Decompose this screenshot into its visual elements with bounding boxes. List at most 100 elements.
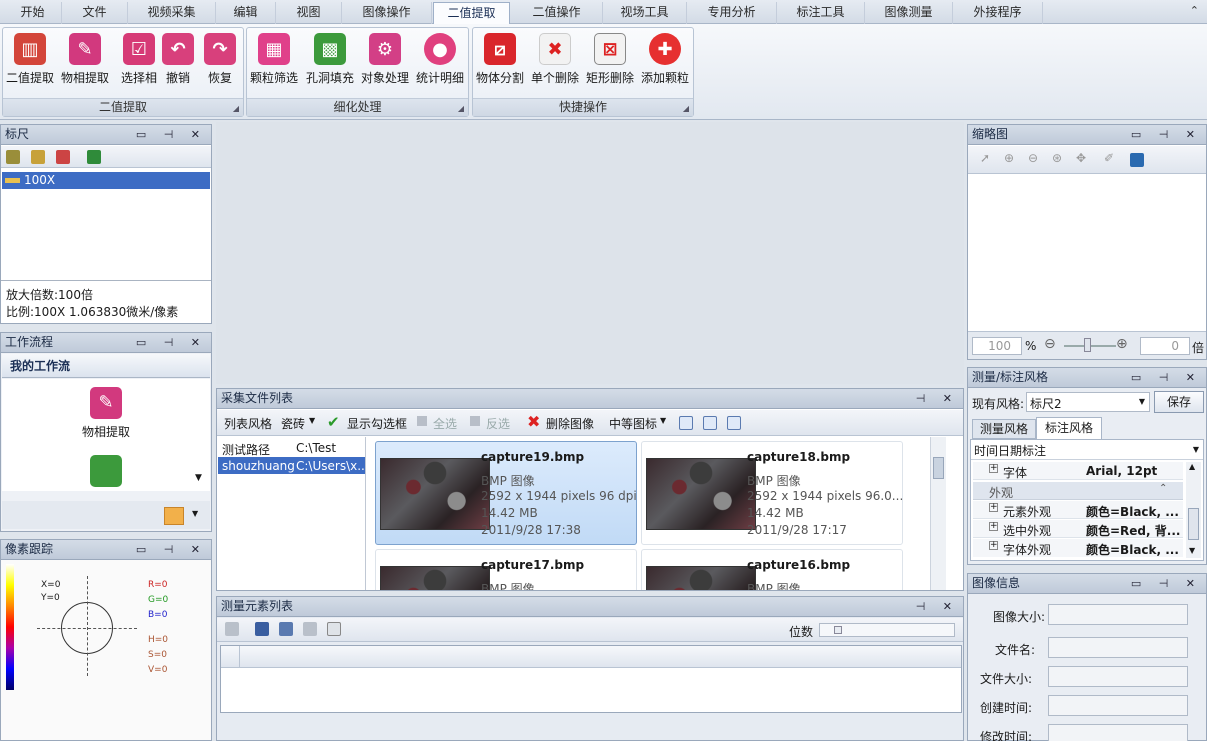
single-delete-button[interactable]: ✖ 单个删除: [528, 31, 582, 91]
hole-fill-icon[interactable]: [90, 455, 122, 487]
panel-controls[interactable]: ▭ ⊣ ✕: [136, 540, 207, 560]
save-icon[interactable]: [327, 622, 341, 636]
zoom-input[interactable]: 100: [972, 337, 1022, 355]
stats-detail-button[interactable]: ● 统计明细: [413, 31, 467, 91]
zoom-out-icon[interactable]: ⊖: [1044, 336, 1056, 352]
property-row[interactable]: + 字体 Arial, 12pt: [973, 462, 1183, 480]
scrollbar-thumb[interactable]: [1188, 508, 1199, 540]
invert-selection-button[interactable]: 反选: [486, 415, 510, 432]
panel-controls[interactable]: ▭ ⊣ ✕: [1131, 574, 1202, 594]
dropdown-arrow-icon[interactable]: ▼: [309, 416, 315, 425]
tile-dropdown[interactable]: 瓷砖: [281, 415, 305, 432]
tab-start[interactable]: 开始: [4, 2, 62, 24]
tab-annotation-style[interactable]: 标注风格: [1036, 417, 1102, 439]
file-tile-selected[interactable]: capture19.bmp BMP 图像 2592 x 1944 pixels …: [375, 441, 637, 545]
copy-icon[interactable]: [279, 622, 293, 636]
binary-extract-button[interactable]: ▥ 二值提取: [3, 31, 57, 91]
panel-controls[interactable]: ⊣ ✕: [916, 597, 959, 617]
tab-special-analysis[interactable]: 专用分析: [687, 2, 777, 24]
times-input[interactable]: 0: [1140, 337, 1190, 355]
object-process-button[interactable]: ⚙ 对象处理: [358, 31, 412, 91]
show-checkbox-button[interactable]: 显示勾选框: [347, 415, 407, 432]
dropdown-arrow-icon[interactable]: ▼: [660, 416, 666, 425]
zoom-fit-icon[interactable]: ⊛: [1052, 151, 1062, 165]
property-row[interactable]: + 字体外观 颜色=Black, ...: [973, 539, 1183, 557]
tab-measure-style[interactable]: 测量风格: [972, 419, 1036, 439]
list-style-button[interactable]: 列表风格: [224, 415, 272, 432]
expand-icon[interactable]: +: [989, 522, 998, 531]
tab-image-operation[interactable]: 图像操作: [342, 2, 432, 24]
clear-icon[interactable]: [225, 622, 239, 636]
tab-image-measure[interactable]: 图像测量: [865, 2, 953, 24]
tab-edit[interactable]: 编辑: [216, 2, 276, 24]
file-tile[interactable]: capture18.bmp BMP 图像 2592 x 1944 pixels …: [641, 441, 903, 545]
scroll-down-icon[interactable]: ▼: [195, 473, 202, 483]
ruler-edit-icon[interactable]: [31, 150, 45, 164]
ruler-new-icon[interactable]: [6, 150, 20, 164]
dialog-launcher-icon[interactable]: ◢: [458, 104, 464, 113]
scroll-up-icon[interactable]: ▲: [1189, 462, 1195, 471]
tab-view[interactable]: 视图: [276, 2, 342, 24]
pointer-icon[interactable]: ➚: [980, 151, 990, 165]
add-particle-button[interactable]: ✚ 添加颗粒: [638, 31, 692, 91]
select-all-button[interactable]: 全选: [433, 415, 457, 432]
phase-extract-button[interactable]: ✎ 物相提取: [58, 31, 112, 91]
save-style-button[interactable]: 保存: [1154, 391, 1204, 413]
tab-binary-extract[interactable]: 二值提取: [433, 2, 510, 24]
ruler-item[interactable]: 100X: [2, 172, 210, 189]
dialog-launcher-icon[interactable]: ◢: [233, 104, 239, 113]
tab-field-tools[interactable]: 视场工具: [603, 2, 687, 24]
tab-video-capture[interactable]: 视频采集: [128, 2, 216, 24]
tab-file[interactable]: 文件: [62, 2, 128, 24]
details-view-icon[interactable]: [703, 416, 717, 430]
path-row[interactable]: 测试路径 C:\Test: [218, 439, 365, 457]
property-scrollbar[interactable]: ▲ ▼: [1186, 462, 1201, 558]
zoom-out-icon[interactable]: ⊖: [1028, 151, 1038, 165]
rect-delete-button[interactable]: ⊠ 矩形删除: [583, 31, 637, 91]
annotation-type-select[interactable]: 时间日期标注 ▼: [971, 440, 1203, 460]
phase-extract-icon[interactable]: ✎: [90, 387, 122, 419]
monitor-icon[interactable]: [1130, 153, 1144, 167]
zoom-slider-thumb[interactable]: [1084, 338, 1091, 352]
slider-thumb[interactable]: [834, 626, 842, 634]
dialog-launcher-icon[interactable]: ◢: [683, 104, 689, 113]
scroll-down-icon[interactable]: ▼: [1189, 546, 1195, 555]
pan-icon[interactable]: ✥: [1076, 151, 1086, 165]
list-view-icon[interactable]: [727, 416, 741, 430]
panel-controls[interactable]: ▭ ⊣ ✕: [136, 125, 207, 145]
panel-controls[interactable]: ▭ ⊣ ✕: [1131, 368, 1202, 388]
digits-slider[interactable]: [819, 623, 955, 637]
tab-annotation-tools[interactable]: 标注工具: [777, 2, 865, 24]
image-workspace[interactable]: [216, 122, 964, 384]
ruler-delete-icon[interactable]: [56, 150, 70, 164]
workflow-view-icon[interactable]: [164, 507, 184, 525]
panel-controls[interactable]: ⊣ ✕: [916, 389, 959, 409]
tab-binary-operation[interactable]: 二值操作: [511, 2, 603, 24]
path-row-selected[interactable]: shouzhuang C:\Users\x...: [218, 457, 369, 474]
redo-button[interactable]: ↷ 恢复: [193, 31, 247, 91]
export-icon[interactable]: [255, 622, 269, 636]
pick-icon[interactable]: ✐: [1104, 151, 1114, 165]
collapse-icon[interactable]: ⌃: [1159, 483, 1167, 494]
tab-plugins[interactable]: 外接程序: [953, 2, 1043, 24]
expand-icon[interactable]: +: [989, 541, 998, 550]
particle-filter-button[interactable]: ▦ 颗粒筛选: [247, 31, 301, 91]
category-row[interactable]: 外观 ⌃: [973, 482, 1183, 500]
medium-icons-dropdown[interactable]: 中等图标: [609, 415, 657, 432]
file-tile[interactable]: capture17.bmp BMP 图像: [375, 549, 637, 590]
scrollbar-thumb[interactable]: [933, 457, 944, 479]
expand-icon[interactable]: +: [989, 464, 998, 473]
dropdown-arrow-icon[interactable]: ▼: [192, 509, 198, 518]
zoom-in-icon[interactable]: ⊕: [1116, 336, 1128, 352]
property-row[interactable]: + 元素外观 颜色=Black, ...: [973, 501, 1183, 519]
collapse-ribbon-icon[interactable]: ⌃: [1190, 4, 1199, 17]
print-icon[interactable]: [303, 622, 317, 636]
panel-controls[interactable]: ▭ ⊣ ✕: [136, 333, 207, 353]
hole-fill-button[interactable]: ▩ 孔洞填充: [303, 31, 357, 91]
panel-controls[interactable]: ▭ ⊣ ✕: [1131, 125, 1202, 145]
zoom-in-icon[interactable]: ⊕: [1004, 151, 1014, 165]
object-split-button[interactable]: ⧄ 物体分割: [473, 31, 527, 91]
delete-image-button[interactable]: 删除图像: [546, 415, 594, 432]
checkmark-icon[interactable]: ✔: [327, 413, 340, 431]
delete-icon[interactable]: ✖: [527, 412, 540, 431]
